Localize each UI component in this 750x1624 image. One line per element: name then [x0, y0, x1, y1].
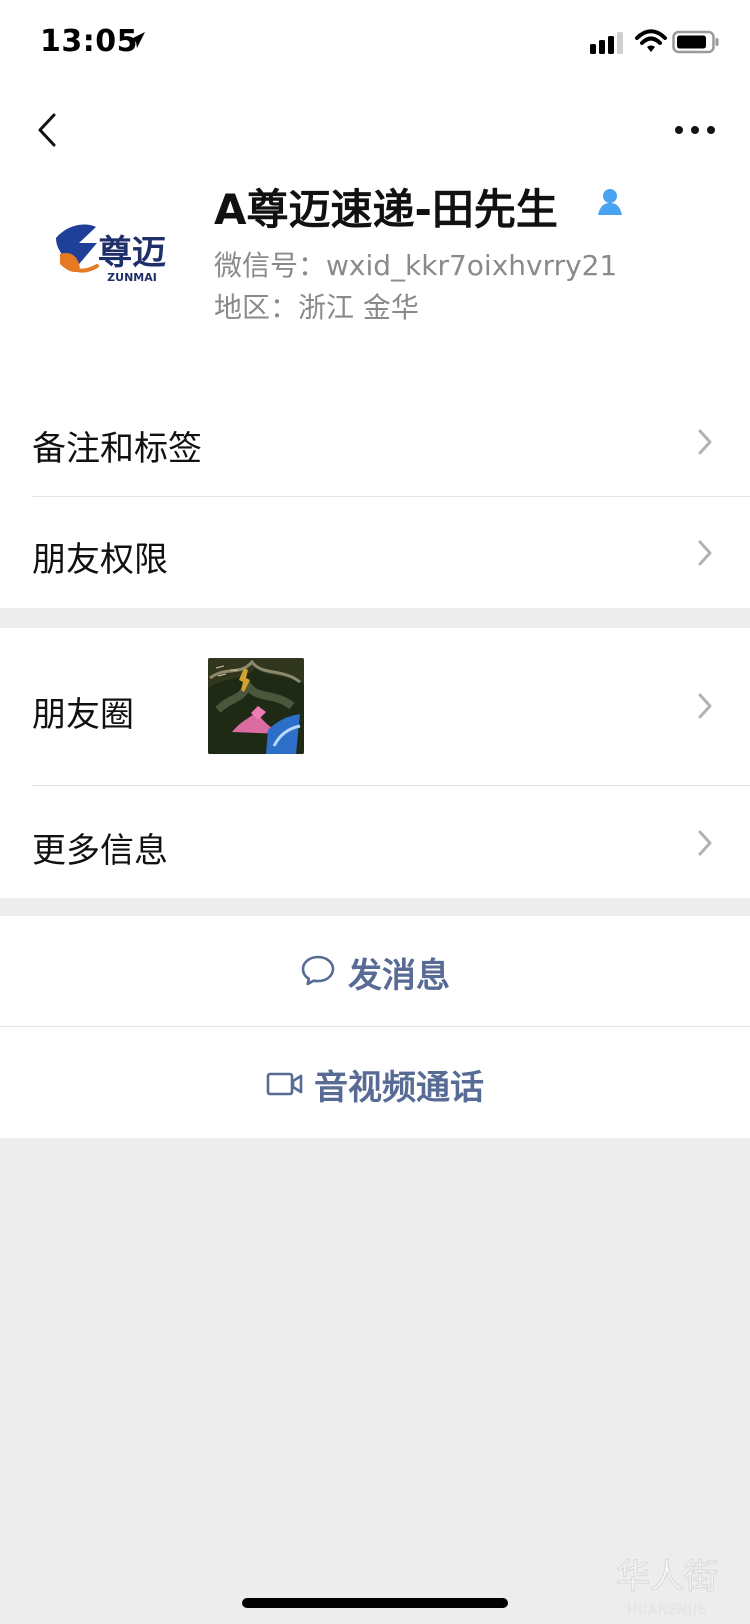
signal-icon	[590, 32, 623, 54]
wechat-id: 微信号：wxid_kkr7oixhvrry21	[214, 249, 618, 282]
more-horizontal-icon	[675, 126, 715, 134]
action-section: 发消息 音视频通话	[0, 916, 750, 1138]
contact-profile-screen: 13:05 尊迈 ZUNMAI A尊迈速递-田先生 微信号：wxid_kkr7o…	[0, 0, 750, 1624]
watermark-subtext: HUARENJIE	[627, 1603, 707, 1618]
home-indicator[interactable]	[242, 1598, 508, 1608]
profile-name: A尊迈速递-田先生	[214, 185, 558, 234]
moments-label: 朋友圈	[32, 695, 134, 735]
moments-row[interactable]: 朋友圈	[0, 628, 750, 785]
status-time: 13:05	[40, 24, 138, 59]
back-button[interactable]	[32, 110, 62, 150]
region: 地区：浙江 金华	[214, 291, 419, 324]
avatar-brand-text: 尊迈	[98, 233, 166, 273]
more-options-button[interactable]	[674, 120, 716, 140]
battery-icon	[672, 30, 719, 54]
moments-thumbnail	[208, 658, 304, 754]
more-info-label: 更多信息	[32, 831, 168, 871]
note-and-tags-label: 备注和标签	[32, 429, 202, 469]
user-icon	[598, 189, 622, 215]
contact-settings-section: 备注和标签 朋友权限	[0, 386, 750, 608]
chevron-right-icon	[698, 693, 712, 719]
friend-permissions-row[interactable]: 朋友权限	[0, 497, 750, 608]
watermark-text: 华人街	[616, 1557, 718, 1597]
send-message-label: 发消息	[348, 956, 450, 996]
location-arrow-icon	[129, 32, 145, 48]
more-info-row[interactable]: 更多信息	[0, 786, 750, 898]
chevron-right-icon	[698, 429, 712, 455]
send-message-button[interactable]: 发消息	[0, 916, 750, 1026]
avatar: 尊迈 ZUNMAI	[48, 188, 176, 316]
video-call-icon	[266, 1072, 303, 1096]
note-and-tags-row[interactable]: 备注和标签	[0, 386, 750, 496]
moments-preview-image	[208, 658, 304, 754]
action-divider	[0, 1026, 750, 1027]
status-bar: 13:05	[0, 0, 750, 90]
voice-video-call-button[interactable]: 音视频通话	[0, 1028, 750, 1138]
chat-bubble-icon	[301, 955, 335, 986]
wifi-icon	[635, 29, 667, 52]
chevron-left-icon	[38, 113, 56, 147]
avatar-brand-subtext: ZUNMAI	[107, 271, 157, 284]
friend-permissions-label: 朋友权限	[32, 540, 168, 580]
watermark-logo: 华人街 HUARENJIE	[615, 1556, 718, 1618]
voice-video-call-label: 音视频通话	[314, 1068, 484, 1108]
social-section: 朋友圈 更多信息	[0, 628, 750, 898]
chevron-right-icon	[698, 830, 712, 856]
chevron-right-icon	[698, 540, 712, 566]
